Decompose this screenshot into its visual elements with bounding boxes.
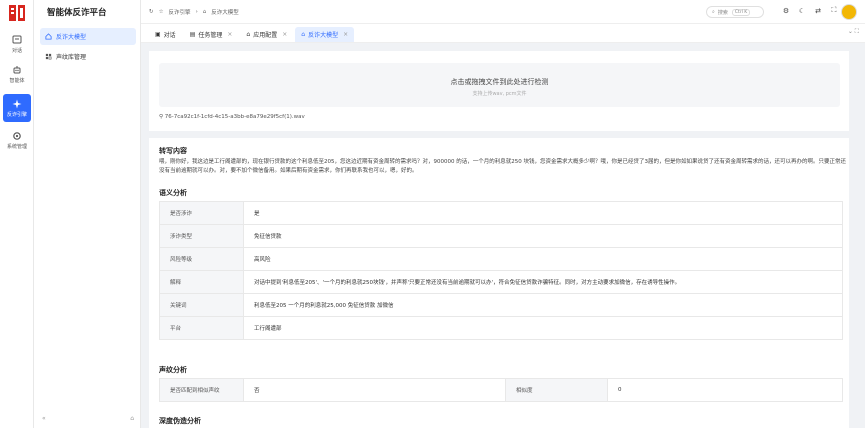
rail-item-chat[interactable]: 对话 — [0, 30, 34, 58]
main-content: 点击或拖拽文件到此处进行检测 支持上传wav, pcm文件 ⚲ 76-7ca92… — [141, 43, 865, 428]
sparkle-icon — [12, 99, 22, 108]
settings-icon[interactable]: ⚙ — [778, 7, 794, 15]
top-icons: ⚙ ☾ ⇄ ⛶ — [778, 6, 842, 15]
row-key: 平台 — [159, 316, 244, 340]
rail-item-system[interactable]: 系统管理 — [0, 126, 34, 154]
home-icon: ⌂ — [301, 31, 306, 38]
table-row: 是否涉诈 是 — [159, 201, 843, 225]
breadcrumb-item: 反诈大模型 — [211, 10, 239, 16]
top-bar: ↻ ☆ 反诈引擎 › ⌂ 反诈大模型 ⌕ 搜索 Ctrl K ⚙ ☾ ⇄ ⛶ — [141, 0, 865, 24]
rail-item-label: 反诈引擎 — [6, 111, 27, 118]
avatar[interactable] — [841, 4, 857, 20]
search-placeholder: 搜索 — [717, 9, 728, 16]
table-row: 涉诈类型 免征信贷款 — [159, 224, 843, 248]
semantic-table: 是否涉诈 是 涉诈类型 免征信贷款 风险等级 高风险 解释 对话中提到'利息低至… — [159, 201, 843, 340]
home-icon: ⌂ — [246, 31, 251, 38]
table-row: 平台 工行阁遭部 — [159, 316, 843, 340]
rail-item-agent[interactable]: 智能体 — [0, 60, 34, 88]
uploaded-file[interactable]: ⚲ 76-7ca92c1f-1cfd-4c15-a3bb-e8a79e29f5c… — [159, 114, 305, 120]
close-icon[interactable]: × — [227, 31, 232, 38]
sidebar-item-voiceprint-library[interactable]: 声纹库管理 — [40, 48, 136, 65]
platform-title: 智能体反诈平台 — [47, 8, 107, 18]
semantic-heading: 语义分析 — [159, 189, 187, 197]
chat-icon — [12, 35, 22, 43]
robot-icon — [13, 65, 21, 73]
result-card: 转写内容 喂，刚你好，我这边是工行阁遭部的，现在银行贷款的这个利息低至205，您… — [149, 138, 849, 428]
tab-more-icon[interactable]: ⌄ ⛶ — [848, 28, 859, 36]
grid-icon — [45, 53, 52, 60]
sidebar: 智能体反诈平台 反诈大模型 声纹库管理 « ⌂ — [34, 0, 141, 428]
row-value: 0 — [607, 378, 843, 402]
fullscreen-icon[interactable]: ⛶ — [826, 6, 842, 15]
upload-dropzone[interactable]: 点击或拖拽文件到此处进行检测 支持上传wav, pcm文件 — [159, 63, 840, 107]
collapse-button[interactable]: « — [42, 415, 46, 422]
row-key: 相似度 — [505, 378, 608, 402]
sidebar-item-label: 声纹库管理 — [56, 54, 87, 61]
tab-task-management[interactable]: ▤ 任务管理 × — [184, 27, 239, 42]
pin-icon[interactable]: ⌂ — [130, 415, 134, 422]
voiceprint-heading: 声纹分析 — [159, 366, 187, 374]
search-icon: ⌕ — [712, 9, 715, 15]
breadcrumb: ↻ ☆ 反诈引擎 › ⌂ 反诈大模型 — [149, 8, 244, 16]
home-icon — [45, 33, 52, 40]
row-value: 工行阁遭部 — [243, 316, 843, 340]
sidebar-item-antifraud-model[interactable]: 反诈大模型 — [40, 28, 136, 45]
translate-icon[interactable]: ⇄ — [810, 7, 826, 15]
app-root: 对话 智能体 反诈引擎 系统管理 智能体反诈平台 反诈大模型 声纹库管理 « ⌂ — [0, 0, 865, 428]
task-icon: ▤ — [189, 31, 196, 38]
sidebar-item-label: 反诈大模型 — [56, 34, 87, 41]
tab-label: 反诈大模型 — [308, 32, 339, 39]
rail-item-label: 系统管理 — [6, 143, 27, 150]
table-row: 风险等级 高风险 — [159, 247, 843, 271]
row-value: 对话中提到'利息低至205'、'一个月的利息就250块钱'，并声称'只要正常还没… — [243, 270, 843, 294]
refresh-icon[interactable]: ↻ — [149, 9, 154, 15]
file-name: 76-7ca92c1f-1cfd-4c15-a3bb-e8a79e29f5cf(… — [164, 114, 305, 120]
close-icon[interactable]: × — [282, 31, 287, 38]
upload-card: 点击或拖拽文件到此处进行检测 支持上传wav, pcm文件 ⚲ 76-7ca92… — [149, 51, 849, 131]
chat-icon: ▣ — [155, 31, 161, 38]
tab-label: 对话 — [163, 32, 176, 39]
rail-item-antifraud-engine[interactable]: 反诈引擎 — [3, 94, 31, 122]
row-key: 是否涉诈 — [159, 201, 244, 225]
breadcrumb-item[interactable]: 反诈引擎 — [169, 8, 191, 16]
search-box[interactable]: ⌕ 搜索 Ctrl K — [706, 6, 764, 18]
home-icon: ⌂ — [202, 9, 207, 15]
row-value: 免征信贷款 — [243, 224, 843, 248]
tab-label: 应用配置 — [253, 32, 278, 39]
table-row: 是否匹配到相似声纹 否 相似度 0 — [159, 378, 843, 402]
app-logo — [9, 5, 25, 21]
row-key: 解释 — [159, 270, 244, 294]
voiceprint-table: 是否匹配到相似声纹 否 相似度 0 — [159, 378, 843, 402]
row-value: 是 — [243, 201, 843, 225]
table-row: 关键词 利息低至205 一个月的利息就25,000 免征信贷款 加微信 — [159, 293, 843, 317]
close-icon[interactable]: × — [343, 31, 348, 38]
row-key: 涉诈类型 — [159, 224, 244, 248]
rail-item-label: 智能体 — [9, 77, 25, 84]
tab-app-config[interactable]: ⌂ 应用配置 × — [240, 27, 293, 42]
tab-chat[interactable]: ▣ 对话 — [149, 27, 182, 42]
deepfake-heading: 深度伪造分析 — [159, 417, 201, 425]
row-value: 否 — [243, 378, 506, 402]
moon-icon[interactable]: ☾ — [794, 7, 810, 15]
transcript-text: 喂，刚你好，我这边是工行阁遭部的，现在银行贷款的这个利息低至205，您这边近期有… — [159, 159, 846, 174]
row-value: 高风险 — [243, 247, 843, 271]
tab-antifraud-model[interactable]: ⌂ 反诈大模型 × — [295, 27, 355, 42]
transcript-heading: 转写内容 — [159, 147, 187, 155]
row-key: 是否匹配到相似声纹 — [159, 378, 244, 402]
upload-hint: 支持上传wav, pcm文件 — [472, 91, 527, 97]
upload-title: 点击或拖拽文件到此处进行检测 — [450, 78, 549, 86]
table-row: 解释 对话中提到'利息低至205'、'一个月的利息就250块钱'，并声称'只要正… — [159, 270, 843, 294]
rail-item-label: 对话 — [11, 47, 22, 54]
row-value: 利息低至205 一个月的利息就25,000 免征信贷款 加微信 — [243, 293, 843, 317]
gear-icon — [13, 131, 21, 140]
shortcut-badge: Ctrl K — [731, 8, 751, 16]
row-key: 关键词 — [159, 293, 244, 317]
tab-bar: ▣ 对话 ▤ 任务管理 × ⌂ 应用配置 × ⌂ 反诈大模型 × ⌄ ⛶ — [141, 24, 865, 43]
row-key: 风险等级 — [159, 247, 244, 271]
breadcrumb-separator: › — [195, 9, 198, 15]
tab-label: 任务管理 — [198, 32, 223, 39]
star-icon: ☆ — [158, 9, 164, 15]
sidebar-footer: « ⌂ — [42, 415, 134, 422]
icon-rail: 对话 智能体 反诈引擎 系统管理 — [0, 0, 34, 428]
